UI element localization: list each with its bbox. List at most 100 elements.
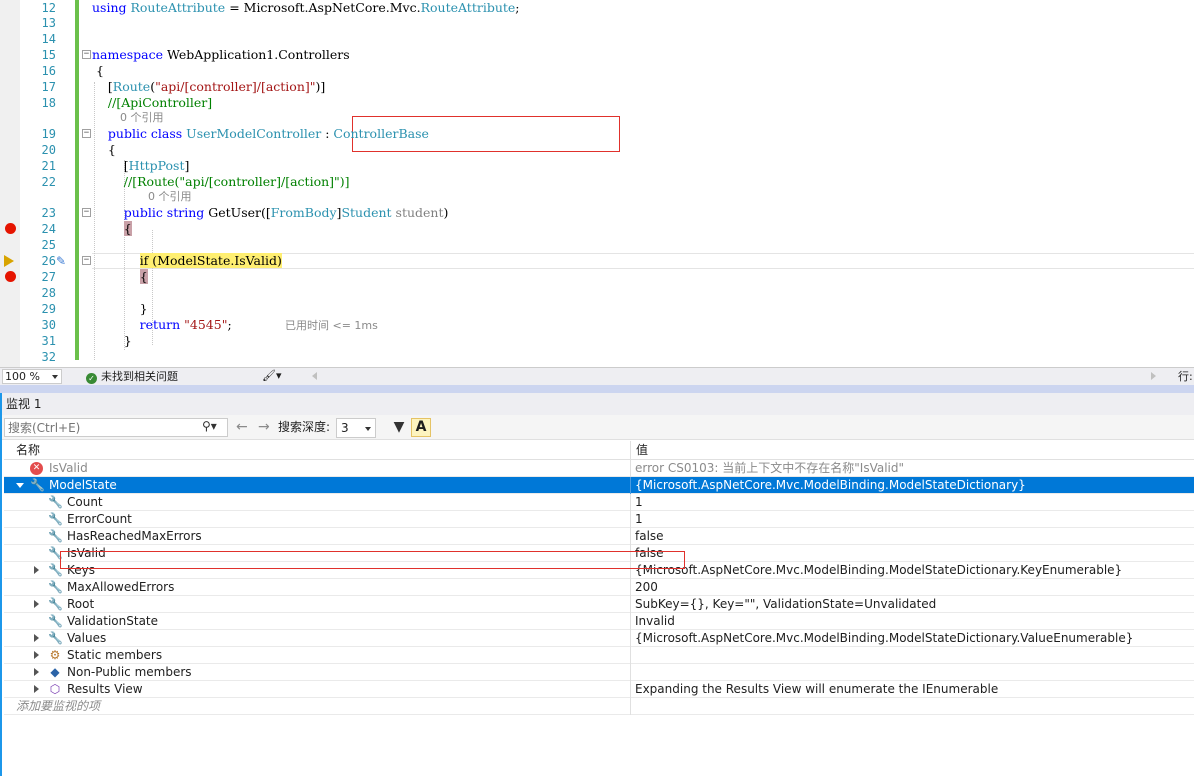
code-line[interactable]: { [92,142,116,158]
line-number: 24 [41,222,56,236]
watch-name[interactable]: Results View [67,681,143,697]
code-editor[interactable]: 12 using RouteAttribute = Microsoft.AspNe… [0,0,1194,367]
fold-toggle-icon[interactable]: − [82,50,91,59]
expand-arrow-icon[interactable] [34,685,39,693]
back-arrow-icon[interactable]: ← [236,418,248,436]
watch-name[interactable]: HasReachedMaxErrors [67,528,202,544]
error-icon: ✕ [30,462,43,475]
watch-row[interactable]: ✕ IsValid error CS0103: 当前上下文中不存在名称"IsVali… [4,460,1194,477]
watch-name[interactable]: Static members [67,647,162,663]
watch-name[interactable]: ErrorCount [67,511,132,527]
watch-name[interactable]: Values [67,630,106,646]
current-statement-arrow-icon[interactable] [4,255,14,267]
watch-value[interactable]: error CS0103: 当前上下文中不存在名称"IsValid" [635,460,904,476]
watch-value[interactable]: 200 [635,579,658,595]
code-line[interactable]: { [92,269,148,285]
code-line[interactable]: //[ApiController] [92,95,212,111]
code-token: { [92,142,116,157]
code-line[interactable]: if (ModelState.IsValid) [92,253,282,269]
code-line[interactable]: [Route("api/[controller]/[action]")] [92,79,325,95]
font-button[interactable]: A [411,418,431,437]
zoom-dropdown[interactable]: 100 % [2,369,62,384]
non-public-members-icon: ◆ [50,665,60,679]
watch-row[interactable]: 🔧 ErrorCount 1 [4,511,1194,528]
watch-row[interactable]: 🔧 HasReachedMaxErrors false [4,528,1194,545]
line-number: 23 [41,206,56,220]
watch-window: 监视 1 ⚲▾ ← → 搜索深度: 3 ▼ A 名称 值 ✕ IsValid err… [0,393,1194,776]
watch-row[interactable]: ◆ Non-Public members [4,664,1194,681]
breakpoint-margin[interactable] [0,0,20,367]
collapse-arrow-icon[interactable] [16,483,24,488]
codelens-references[interactable]: 0 个引用 [148,190,192,204]
code-cleanup-icon[interactable]: 🖌▾ [262,369,282,382]
watch-row[interactable]: 🔧 ModelState {Microsoft.AspNetCore.Mvc.Mod… [4,477,1194,494]
expand-arrow-icon[interactable] [34,634,39,642]
search-icon[interactable]: ⚲▾ [202,419,217,433]
code-line[interactable]: namespace WebApplication1.Controllers [92,47,350,63]
forward-arrow-icon[interactable]: → [258,418,270,436]
watch-title[interactable]: 监视 1 [2,393,1194,415]
breakpoint-icon[interactable] [5,271,16,282]
watch-value[interactable]: Invalid [635,613,675,629]
code-token: = Microsoft.AspNetCore.Mvc. [225,0,421,15]
quick-action-icon[interactable]: ✎ [56,254,66,268]
code-line[interactable]: } [92,301,148,317]
horizontal-scrollbar[interactable] [312,370,1156,383]
watch-value[interactable]: 1 [635,494,643,510]
fold-toggle-icon[interactable]: − [82,208,91,217]
watch-row[interactable]: 🔧 Count 1 [4,494,1194,511]
code-line[interactable]: [HttpPost] [92,158,190,174]
watch-row[interactable]: 🔧 MaxAllowedErrors 200 [4,579,1194,596]
column-header-name[interactable]: 名称 [16,441,40,459]
watch-row[interactable]: 🔧 ValidationState Invalid [4,613,1194,630]
filter-icon[interactable]: ▼ [390,418,408,437]
add-watch-row[interactable]: 添加要监视的项 [4,698,1194,715]
watch-value[interactable]: {Microsoft.AspNetCore.Mvc.ModelBinding.M… [635,477,1026,493]
code-line[interactable]: } [92,333,132,349]
expand-arrow-icon[interactable] [34,600,39,608]
search-depth-dropdown[interactable]: 3 [336,418,376,438]
code-line[interactable]: return "4545"; [92,317,232,333]
watch-value[interactable]: Expanding the Results View will enumerat… [635,681,998,697]
code-line[interactable]: { [92,221,132,237]
scroll-left-icon[interactable] [312,372,317,380]
codelens-references[interactable]: 0 个引用 [120,111,164,125]
code-line[interactable]: { [92,63,104,79]
watch-row[interactable]: 🔧 Root SubKey={}, Key="", ValidationState=… [4,596,1194,613]
watch-value[interactable]: false [635,528,664,544]
watch-row[interactable]: ⬡ Results View Expanding the Results View … [4,681,1194,698]
issues-status[interactable]: ✓ 未找到相关问题 [86,370,178,384]
line-number: 12 [41,1,56,15]
watch-value[interactable]: {Microsoft.AspNetCore.Mvc.ModelBinding.M… [635,630,1133,646]
code-token: RouteAttribute [420,0,516,15]
code-line[interactable]: //[Route("api/[controller]/[action]")] [92,174,350,190]
watch-name[interactable]: ValidationState [67,613,158,629]
watch-row[interactable]: ⚙ Static members [4,647,1194,664]
fold-toggle-icon[interactable]: − [82,256,91,265]
scroll-right-icon[interactable] [1151,372,1156,380]
watch-name[interactable]: MaxAllowedErrors [67,579,174,595]
watch-name[interactable]: ModelState [49,477,117,493]
column-header-value[interactable]: 值 [636,441,648,459]
breakpoint-icon[interactable] [5,223,16,234]
watch-name[interactable]: Root [67,596,94,612]
pane-splitter[interactable] [0,385,1194,393]
fold-toggle-icon[interactable]: − [82,129,91,138]
code-line[interactable]: public string GetUser([FromBody]Student … [92,205,449,221]
expand-arrow-icon[interactable] [34,668,39,676]
search-input[interactable] [4,418,228,437]
expand-arrow-icon[interactable] [34,651,39,659]
watch-name[interactable]: Count [67,494,103,510]
expand-arrow-icon[interactable] [34,566,39,574]
watch-row[interactable]: 🔧 Values {Microsoft.AspNetCore.Mvc.ModelBi… [4,630,1194,647]
watch-name[interactable]: Non-Public members [67,664,192,680]
code-line[interactable]: using RouteAttribute = Microsoft.AspNetC… [92,0,520,16]
add-watch-placeholder[interactable]: 添加要监视的项 [16,698,100,714]
watch-name[interactable]: IsValid [49,460,88,476]
code-token: Student [341,205,392,220]
watch-value[interactable]: SubKey={}, Key="", ValidationState=Unval… [635,596,936,612]
line-number: 19 [41,127,56,141]
code-line[interactable]: public class UserModelController : Contr… [92,126,429,142]
watch-value[interactable]: {Microsoft.AspNetCore.Mvc.ModelBinding.M… [635,562,1122,578]
watch-value[interactable]: 1 [635,511,643,527]
